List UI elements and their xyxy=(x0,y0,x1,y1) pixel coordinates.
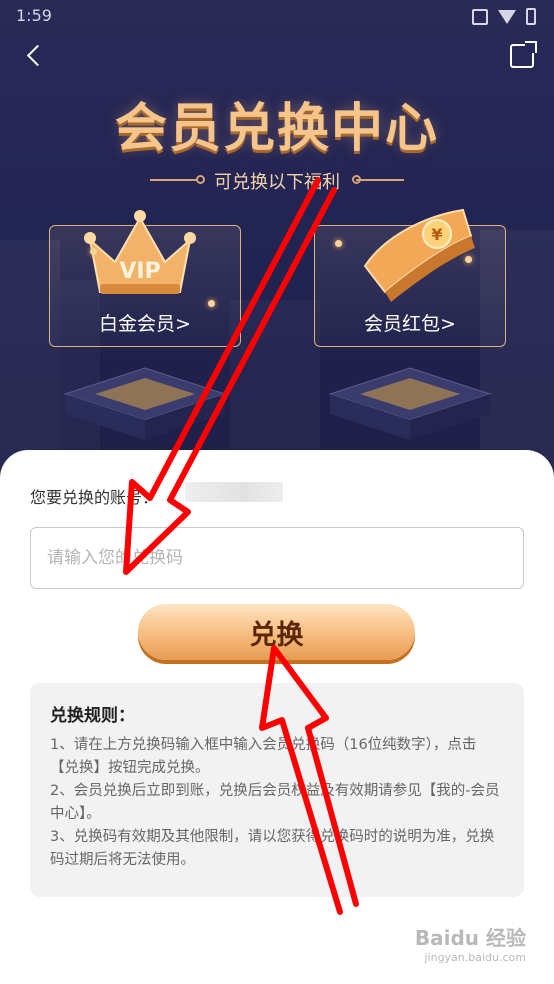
page-subtitle: 可兑换以下福利 xyxy=(214,172,340,193)
watermark-brand: Baidu 经验 xyxy=(414,926,526,950)
podium-decoration xyxy=(328,367,492,440)
member-red-packet-label: 会员红包> xyxy=(364,313,456,335)
wifi-icon xyxy=(498,9,516,24)
account-label: 您要兑换的账号： xyxy=(30,488,159,507)
sparkle-icon xyxy=(90,248,97,255)
battery-icon xyxy=(526,8,536,25)
podium-decoration xyxy=(63,367,227,440)
page-title: 会员兑换中心 xyxy=(114,99,439,159)
rule-item: 3、兑换码有效期及其他限制，请以您获得兑换码时的说明为准，兑换码过期后将无法使用… xyxy=(50,829,495,868)
status-time: 1:59 xyxy=(16,6,52,25)
share-icon[interactable] xyxy=(510,41,537,68)
watermark-url: jingyan.baidu.com xyxy=(424,951,526,964)
masked-account-value xyxy=(185,482,283,502)
vip-crown-icon: VIP xyxy=(84,210,196,294)
subtitle-divider xyxy=(356,179,404,181)
baidu-watermark: Baidu 经验 jingyan.baidu.com xyxy=(415,922,526,964)
sparkle-icon xyxy=(208,300,215,307)
redeem-panel: 您要兑换的账号： 兑换 兑换规则： 1、请在上方兑换码输入框中输入会员兑换码（1… xyxy=(0,450,554,984)
rule-item: 1、请在上方兑换码输入框中输入会员兑换码（16位纯数字），点击【兑换】按钮完成兑… xyxy=(50,737,477,776)
hero-banner: 1:59 会员兑换中心 可兑换以下福利 VIP 白金会员> ¥ 会员红包> xyxy=(0,0,554,480)
rule-item: 2、会员兑换后立即到账，兑换后会员权益及有效期请参见【我的-会员中心】。 xyxy=(50,783,500,822)
platinum-member-card[interactable]: VIP 白金会员> xyxy=(49,210,241,347)
redeem-rules-box: 兑换规则： 1、请在上方兑换码输入框中输入会员兑换码（16位纯数字），点击【兑换… xyxy=(30,683,524,897)
status-bar: 1:59 xyxy=(0,0,554,32)
rules-title: 兑换规则： xyxy=(50,706,135,726)
yuan-badge-text: ¥ xyxy=(431,225,442,244)
vip-badge-text: VIP xyxy=(119,259,160,284)
member-red-packet-card[interactable]: ¥ 会员红包> xyxy=(314,208,506,347)
redeem-code-input[interactable] xyxy=(30,527,524,589)
redeem-button[interactable]: 兑换 xyxy=(138,604,415,660)
platinum-member-label: 白金会员> xyxy=(99,313,191,335)
vibrate-icon xyxy=(472,8,488,25)
sparkle-icon xyxy=(465,256,472,263)
back-arrow-icon[interactable] xyxy=(22,40,52,70)
gold-ingot-icon: ¥ xyxy=(363,208,475,302)
sparkle-icon xyxy=(335,240,342,247)
